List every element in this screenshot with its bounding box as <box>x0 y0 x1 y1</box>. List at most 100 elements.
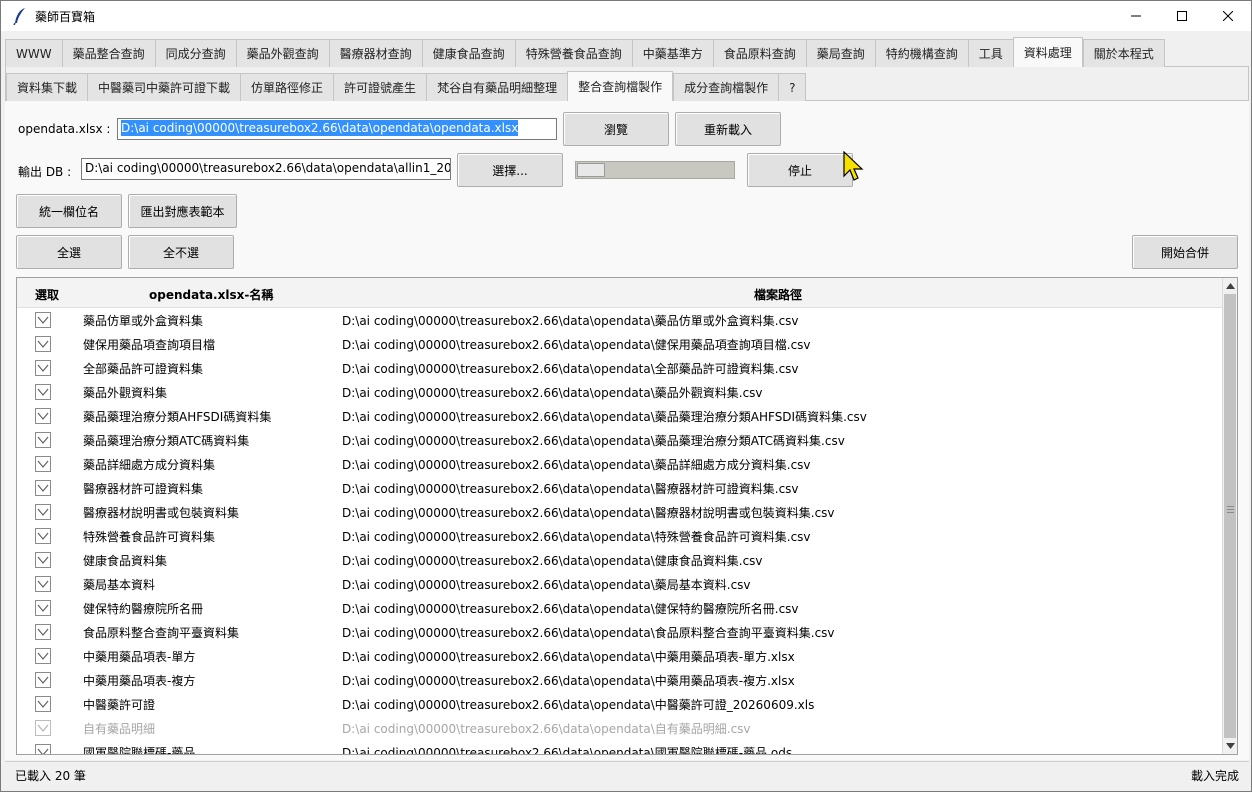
stop-button[interactable]: 停止 <box>747 153 853 187</box>
col-name-header[interactable]: opendata.xlsx-名稱 <box>149 286 273 303</box>
main-tab[interactable]: 中藥基準方 <box>631 39 713 67</box>
sub-tab-bar: 資料集下載 中醫藥司中藥許可證下載 仿單路徑修正 許可證號產生 梵谷自有藥品明細整理 整合… <box>6 71 807 101</box>
select-none-button[interactable]: 全不選 <box>128 235 234 269</box>
table-row[interactable]: 中藥用藥品項表-複方 D:\ai coding\00000\treasurebox… <box>17 668 1223 692</box>
col-path-header[interactable]: 檔案路徑 <box>754 286 802 303</box>
scroll-thumb[interactable] <box>1224 294 1236 738</box>
opendata-path-input[interactable]: D:\ai coding\00000\treasurebox2.66\data\… <box>117 118 557 140</box>
row-name: 藥品仿單或外盒資料集 <box>83 314 204 328</box>
sub-tab[interactable]: 成分查詢檔製作 <box>673 73 779 101</box>
select-checkbox[interactable] <box>35 648 51 664</box>
table-row[interactable]: 全部藥品許可證資料集 D:\ai coding\00000\treasurebox… <box>17 356 1223 380</box>
select-checkbox[interactable] <box>35 480 51 496</box>
sub-tab[interactable]: 許可證號產生 <box>333 73 427 101</box>
status-bar: 已載入 20 筆 載入完成 <box>5 761 1249 789</box>
scroll-up-arrow-icon[interactable] <box>1223 279 1237 293</box>
sub-tab[interactable]: 資料集下載 <box>6 73 88 101</box>
select-checkbox[interactable] <box>35 744 51 754</box>
select-checkbox[interactable] <box>35 456 51 472</box>
table-row[interactable]: 藥局基本資料 D:\ai coding\00000\treasurebox2.66… <box>17 572 1223 596</box>
table-row[interactable]: 藥品藥理治療分類AHFSDI碼資料集 D:\ai coding\00000\tre… <box>17 404 1223 428</box>
select-checkbox[interactable] <box>35 312 51 328</box>
select-checkbox[interactable] <box>35 672 51 688</box>
select-checkbox[interactable] <box>35 624 51 640</box>
main-tab[interactable]: 工具 <box>967 39 1013 67</box>
select-checkbox[interactable] <box>35 432 51 448</box>
minimize-button[interactable] <box>1113 1 1159 31</box>
select-checkbox[interactable] <box>35 696 51 712</box>
table-row[interactable]: 健保特約醫療院所名冊 D:\ai coding\00000\treasurebox… <box>17 596 1223 620</box>
main-tab[interactable]: 資料處理 <box>1012 37 1083 67</box>
select-checkbox[interactable] <box>35 384 51 400</box>
reload-button[interactable]: 重新載入 <box>675 112 781 146</box>
main-tab[interactable]: WWW <box>5 39 62 67</box>
main-tab[interactable]: 藥品外觀查詢 <box>235 39 329 67</box>
export-map-template-button[interactable]: 匯出對應表範本 <box>128 194 237 228</box>
row-name: 食品原料整合查詢平臺資料集 <box>83 626 240 640</box>
table-row[interactable]: 國軍醫院聯標碼-藥品 D:\ai coding\00000\treasurebox… <box>17 740 1223 755</box>
opendata-path-value: D:\ai coding\00000\treasurebox2.66\data\… <box>121 120 519 136</box>
table-row[interactable]: 醫療器材許可證資料集 D:\ai coding\00000\treasurebox… <box>17 476 1223 500</box>
main-tab[interactable]: 健康食品查詢 <box>421 39 515 67</box>
table-row[interactable]: 中醫藥許可證 D:\ai coding\00000\treasurebox2.66… <box>17 692 1223 716</box>
row-name: 健保用藥品項查詢項目檔 <box>83 338 216 352</box>
table-row[interactable]: 食品原料整合查詢平臺資料集 D:\ai coding\00000\treasure… <box>17 620 1223 644</box>
select-checkbox[interactable] <box>35 360 51 376</box>
browse-button[interactable]: 瀏覽 <box>563 112 669 146</box>
table-row[interactable]: 藥品藥理治療分類ATC碼資料集 D:\ai coding\00000\treasu… <box>17 428 1223 452</box>
table-row[interactable]: 藥品詳細處方成分資料集 D:\ai coding\00000\treasurebo… <box>17 452 1223 476</box>
sub-tab[interactable]: 梵谷自有藥品明細整理 <box>426 73 568 101</box>
table-row[interactable]: 健保用藥品項查詢項目檔 D:\ai coding\00000\treasurebo… <box>17 332 1223 356</box>
progress-bar <box>575 161 735 179</box>
col-select-header[interactable]: 選取 <box>35 286 59 303</box>
sub-tab[interactable]: 仿單路徑修正 <box>240 73 334 101</box>
select-checkbox[interactable] <box>35 336 51 352</box>
table-row[interactable]: 藥品仿單或外盒資料集 D:\ai coding\00000\treasurebox… <box>17 308 1223 332</box>
table-row[interactable]: 藥品外觀資料集 D:\ai coding\00000\treasurebox2.6… <box>17 380 1223 404</box>
main-tab[interactable]: 同成分查詢 <box>154 39 236 67</box>
select-all-button[interactable]: 全選 <box>16 235 122 269</box>
scroll-down-arrow-icon[interactable] <box>1223 739 1237 753</box>
select-checkbox[interactable] <box>35 576 51 592</box>
select-checkbox[interactable] <box>35 720 51 736</box>
close-button[interactable] <box>1205 1 1251 31</box>
row-path: D:\ai coding\00000\treasurebox2.66\data\… <box>342 314 799 328</box>
table-row[interactable]: 自有藥品明細 D:\ai coding\00000\treasurebox2.66… <box>17 716 1223 740</box>
table-row[interactable]: 特殊營養食品許可資料集 D:\ai coding\00000\treasurebo… <box>17 524 1223 548</box>
row-name: 中醫藥許可證 <box>83 698 156 712</box>
sub-tab[interactable]: ? <box>778 73 807 101</box>
progress-fill <box>577 163 605 177</box>
select-checkbox[interactable] <box>35 528 51 544</box>
row-name: 國軍醫院聯標碼-藥品 <box>83 746 196 755</box>
main-tab[interactable]: 特殊營養食品查詢 <box>514 39 632 67</box>
table-row[interactable]: 中藥用藥品項表-單方 D:\ai coding\00000\treasurebox… <box>17 644 1223 668</box>
select-checkbox[interactable] <box>35 504 51 520</box>
table-row[interactable]: 健康食品資料集 D:\ai coding\00000\treasurebox2.6… <box>17 548 1223 572</box>
main-tab[interactable]: 關於本程式 <box>1082 39 1165 67</box>
table-row[interactable]: 醫療器材說明書或包裝資料集 D:\ai coding\00000\treasure… <box>17 500 1223 524</box>
select-checkbox[interactable] <box>35 552 51 568</box>
main-tab[interactable]: 藥品整合查詢 <box>61 39 155 67</box>
maximize-button[interactable] <box>1159 1 1205 31</box>
sub-tab[interactable]: 中醫藥司中藥許可證下載 <box>87 73 241 101</box>
start-merge-button[interactable]: 開始合併 <box>1132 235 1238 269</box>
row-path: D:\ai coding\00000\treasurebox2.66\data\… <box>342 722 751 736</box>
main-tab[interactable]: 特約機構查詢 <box>874 39 968 67</box>
main-tab[interactable]: 藥局查詢 <box>805 39 875 67</box>
row-name: 醫療器材許可證資料集 <box>83 482 204 496</box>
unify-fields-button[interactable]: 統一欄位名 <box>16 194 122 228</box>
row-path: D:\ai coding\00000\treasurebox2.66\data\… <box>342 506 835 520</box>
row-name: 藥品藥理治療分類AHFSDI碼資料集 <box>83 410 272 424</box>
select-checkbox[interactable] <box>35 408 51 424</box>
table-scrollbar[interactable] <box>1222 278 1237 754</box>
app-window: 藥師百寶箱 WWW 藥品整合查詢 同成分查詢 藥品外觀查詢 醫療器材查詢 健康食品查詢 特殊… <box>0 0 1252 792</box>
row-name: 中藥用藥品項表-複方 <box>83 674 196 688</box>
row-path: D:\ai coding\00000\treasurebox2.66\data\… <box>342 434 845 448</box>
feather-icon <box>9 5 31 27</box>
select-checkbox[interactable] <box>35 600 51 616</box>
output-db-input[interactable]: D:\ai coding\00000\treasurebox2.66\data\… <box>81 158 451 180</box>
choose-button[interactable]: 選擇... <box>457 153 563 187</box>
sub-tab[interactable]: 整合查詢檔製作 <box>567 71 674 101</box>
main-tab[interactable]: 醫療器材查詢 <box>328 39 422 67</box>
main-tab[interactable]: 食品原料查詢 <box>712 39 806 67</box>
